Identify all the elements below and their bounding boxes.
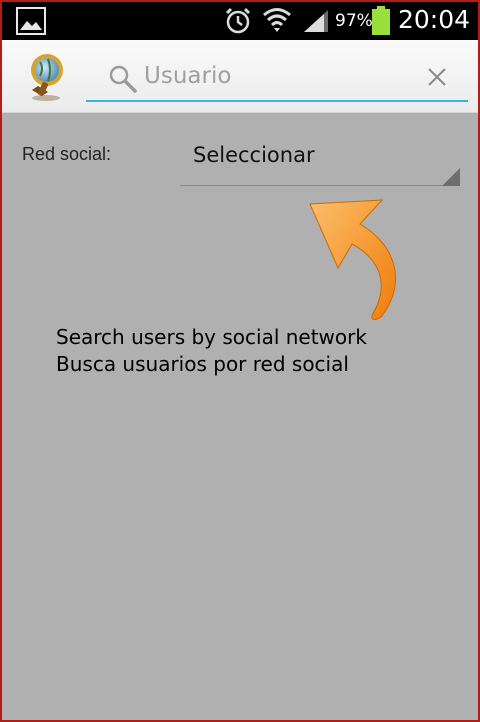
alarm-icon <box>225 7 251 34</box>
clock: 20:04 <box>398 5 471 34</box>
search-input[interactable] <box>144 58 414 94</box>
search-field[interactable] <box>86 54 468 102</box>
battery-percent: 97% <box>335 11 373 31</box>
social-network-select[interactable]: Seleccionar <box>180 132 462 188</box>
wifi-icon <box>263 8 291 32</box>
gallery-icon <box>16 7 46 35</box>
screen-frame: 97% 20:04 Usuario Red social: Selecciona… <box>0 0 480 722</box>
hint-line-english: Search users by social network <box>56 325 367 349</box>
select-value: Seleccionar <box>193 143 315 167</box>
battery-icon <box>372 6 390 35</box>
select-underline <box>180 185 460 186</box>
status-bar: 97% 20:04 <box>2 2 478 40</box>
close-icon[interactable] <box>424 64 450 90</box>
search-icon <box>109 65 137 93</box>
social-network-label: Red social: <box>22 144 112 164</box>
action-bar <box>2 40 478 113</box>
curved-arrow-icon <box>309 199 396 320</box>
dropdown-triangle-icon <box>442 168 460 186</box>
signal-icon <box>304 10 328 32</box>
hint-text: Search users by social network Busca usu… <box>56 324 367 378</box>
globe-magnifier-icon[interactable] <box>22 48 72 104</box>
hint-line-spanish: Busca usuarios por red social <box>56 352 349 376</box>
